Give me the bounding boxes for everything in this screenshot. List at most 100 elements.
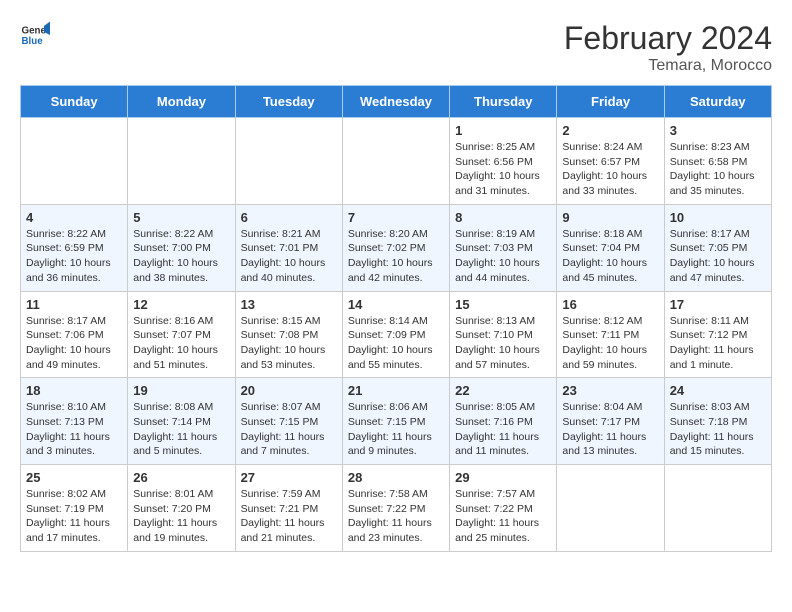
day-info: Sunrise: 8:18 AM Sunset: 7:04 PM Dayligh… [562, 227, 658, 286]
day-info: Sunrise: 8:11 AM Sunset: 7:12 PM Dayligh… [670, 314, 766, 373]
day-number: 28 [348, 470, 444, 485]
calendar-cell [128, 118, 235, 205]
day-info: Sunrise: 7:59 AM Sunset: 7:21 PM Dayligh… [241, 487, 337, 546]
day-number: 3 [670, 123, 766, 138]
day-info: Sunrise: 8:04 AM Sunset: 7:17 PM Dayligh… [562, 400, 658, 459]
day-number: 25 [26, 470, 122, 485]
calendar-cell: 9 Sunrise: 8:18 AM Sunset: 7:04 PM Daylig… [557, 204, 664, 291]
calendar-cell: 15 Sunrise: 8:13 AM Sunset: 7:10 PM Dayli… [450, 291, 557, 378]
day-number: 21 [348, 383, 444, 398]
week-row-4: 18 Sunrise: 8:10 AM Sunset: 7:13 PM Dayli… [21, 378, 772, 465]
page-header: General Blue February 2024 Temara, Moroc… [20, 20, 772, 75]
day-info: Sunrise: 8:22 AM Sunset: 6:59 PM Dayligh… [26, 227, 122, 286]
calendar-cell: 5 Sunrise: 8:22 AM Sunset: 7:00 PM Daylig… [128, 204, 235, 291]
calendar-cell [557, 465, 664, 552]
day-number: 18 [26, 383, 122, 398]
weekday-header-saturday: Saturday [664, 86, 771, 118]
calendar-cell: 10 Sunrise: 8:17 AM Sunset: 7:05 PM Dayli… [664, 204, 771, 291]
day-number: 29 [455, 470, 551, 485]
calendar-cell: 4 Sunrise: 8:22 AM Sunset: 6:59 PM Daylig… [21, 204, 128, 291]
day-number: 9 [562, 210, 658, 225]
calendar-cell: 3 Sunrise: 8:23 AM Sunset: 6:58 PM Daylig… [664, 118, 771, 205]
day-info: Sunrise: 8:02 AM Sunset: 7:19 PM Dayligh… [26, 487, 122, 546]
calendar-cell: 2Sunrise: 8:24 AM Sunset: 6:57 PM Daylig… [557, 118, 664, 205]
day-info: Sunrise: 8:15 AM Sunset: 7:08 PM Dayligh… [241, 314, 337, 373]
week-row-3: 11Sunrise: 8:17 AM Sunset: 7:06 PM Dayli… [21, 291, 772, 378]
calendar-cell: 13Sunrise: 8:15 AM Sunset: 7:08 PM Dayli… [235, 291, 342, 378]
day-number: 11 [26, 297, 122, 312]
day-info: Sunrise: 8:12 AM Sunset: 7:11 PM Dayligh… [562, 314, 658, 373]
weekday-header-friday: Friday [557, 86, 664, 118]
day-info: Sunrise: 8:10 AM Sunset: 7:13 PM Dayligh… [26, 400, 122, 459]
calendar-table: SundayMondayTuesdayWednesdayThursdayFrid… [20, 85, 772, 552]
day-number: 15 [455, 297, 551, 312]
calendar-cell: 27 Sunrise: 7:59 AM Sunset: 7:21 PM Dayli… [235, 465, 342, 552]
weekday-header-sunday: Sunday [21, 86, 128, 118]
day-info: Sunrise: 8:25 AM Sunset: 6:56 PM Dayligh… [455, 140, 551, 199]
day-info: Sunrise: 7:58 AM Sunset: 7:22 PM Dayligh… [348, 487, 444, 546]
day-info: Sunrise: 8:05 AM Sunset: 7:16 PM Dayligh… [455, 400, 551, 459]
day-info: Sunrise: 8:06 AM Sunset: 7:15 PM Dayligh… [348, 400, 444, 459]
calendar-cell: 26 Sunrise: 8:01 AM Sunset: 7:20 PM Dayli… [128, 465, 235, 552]
weekday-header-tuesday: Tuesday [235, 86, 342, 118]
calendar-cell: 17 Sunrise: 8:11 AM Sunset: 7:12 PM Dayli… [664, 291, 771, 378]
day-number: 8 [455, 210, 551, 225]
day-number: 27 [241, 470, 337, 485]
title-area: February 2024 Temara, Morocco [564, 20, 772, 75]
day-number: 17 [670, 297, 766, 312]
calendar-cell [664, 465, 771, 552]
calendar-cell: 11Sunrise: 8:17 AM Sunset: 7:06 PM Dayli… [21, 291, 128, 378]
day-info: Sunrise: 8:23 AM Sunset: 6:58 PM Dayligh… [670, 140, 766, 199]
calendar-cell: 21 Sunrise: 8:06 AM Sunset: 7:15 PM Dayli… [342, 378, 449, 465]
day-number: 14 [348, 297, 444, 312]
day-number: 24 [670, 383, 766, 398]
calendar-cell: 29 Sunrise: 7:57 AM Sunset: 7:22 PM Dayli… [450, 465, 557, 552]
day-info: Sunrise: 8:01 AM Sunset: 7:20 PM Dayligh… [133, 487, 229, 546]
day-number: 7 [348, 210, 444, 225]
calendar-cell [235, 118, 342, 205]
svg-text:Blue: Blue [22, 36, 44, 47]
main-title: February 2024 [564, 20, 772, 57]
day-number: 16 [562, 297, 658, 312]
calendar-cell: 8 Sunrise: 8:19 AM Sunset: 7:03 PM Daylig… [450, 204, 557, 291]
day-number: 2 [562, 123, 658, 138]
day-number: 10 [670, 210, 766, 225]
day-info: Sunrise: 8:16 AM Sunset: 7:07 PM Dayligh… [133, 314, 229, 373]
day-number: 26 [133, 470, 229, 485]
calendar-cell: 23 Sunrise: 8:04 AM Sunset: 7:17 PM Dayli… [557, 378, 664, 465]
day-number: 22 [455, 383, 551, 398]
calendar-cell: 7 Sunrise: 8:20 AM Sunset: 7:02 PM Daylig… [342, 204, 449, 291]
week-row-5: 25 Sunrise: 8:02 AM Sunset: 7:19 PM Dayli… [21, 465, 772, 552]
day-info: Sunrise: 8:14 AM Sunset: 7:09 PM Dayligh… [348, 314, 444, 373]
day-info: Sunrise: 8:17 AM Sunset: 7:05 PM Dayligh… [670, 227, 766, 286]
calendar-cell: 1Sunrise: 8:25 AM Sunset: 6:56 PM Daylig… [450, 118, 557, 205]
day-number: 5 [133, 210, 229, 225]
calendar-cell: 16 Sunrise: 8:12 AM Sunset: 7:11 PM Dayli… [557, 291, 664, 378]
day-number: 12 [133, 297, 229, 312]
day-info: Sunrise: 7:57 AM Sunset: 7:22 PM Dayligh… [455, 487, 551, 546]
calendar-cell: 19 Sunrise: 8:08 AM Sunset: 7:14 PM Dayli… [128, 378, 235, 465]
day-number: 20 [241, 383, 337, 398]
day-info: Sunrise: 8:07 AM Sunset: 7:15 PM Dayligh… [241, 400, 337, 459]
calendar-cell: 12 Sunrise: 8:16 AM Sunset: 7:07 PM Dayli… [128, 291, 235, 378]
day-info: Sunrise: 8:13 AM Sunset: 7:10 PM Dayligh… [455, 314, 551, 373]
day-info: Sunrise: 8:08 AM Sunset: 7:14 PM Dayligh… [133, 400, 229, 459]
day-info: Sunrise: 8:21 AM Sunset: 7:01 PM Dayligh… [241, 227, 337, 286]
weekday-header-row: SundayMondayTuesdayWednesdayThursdayFrid… [21, 86, 772, 118]
calendar-cell: 24 Sunrise: 8:03 AM Sunset: 7:18 PM Dayli… [664, 378, 771, 465]
day-info: Sunrise: 8:19 AM Sunset: 7:03 PM Dayligh… [455, 227, 551, 286]
day-info: Sunrise: 8:03 AM Sunset: 7:18 PM Dayligh… [670, 400, 766, 459]
day-number: 19 [133, 383, 229, 398]
calendar-cell [342, 118, 449, 205]
logo: General Blue [20, 20, 50, 50]
week-row-1: 1Sunrise: 8:25 AM Sunset: 6:56 PM Daylig… [21, 118, 772, 205]
calendar-cell: 20 Sunrise: 8:07 AM Sunset: 7:15 PM Dayli… [235, 378, 342, 465]
day-info: Sunrise: 8:22 AM Sunset: 7:00 PM Dayligh… [133, 227, 229, 286]
day-info: Sunrise: 8:20 AM Sunset: 7:02 PM Dayligh… [348, 227, 444, 286]
day-number: 4 [26, 210, 122, 225]
calendar-cell: 25 Sunrise: 8:02 AM Sunset: 7:19 PM Dayli… [21, 465, 128, 552]
weekday-header-wednesday: Wednesday [342, 86, 449, 118]
day-number: 23 [562, 383, 658, 398]
calendar-cell: 28 Sunrise: 7:58 AM Sunset: 7:22 PM Dayli… [342, 465, 449, 552]
day-number: 6 [241, 210, 337, 225]
